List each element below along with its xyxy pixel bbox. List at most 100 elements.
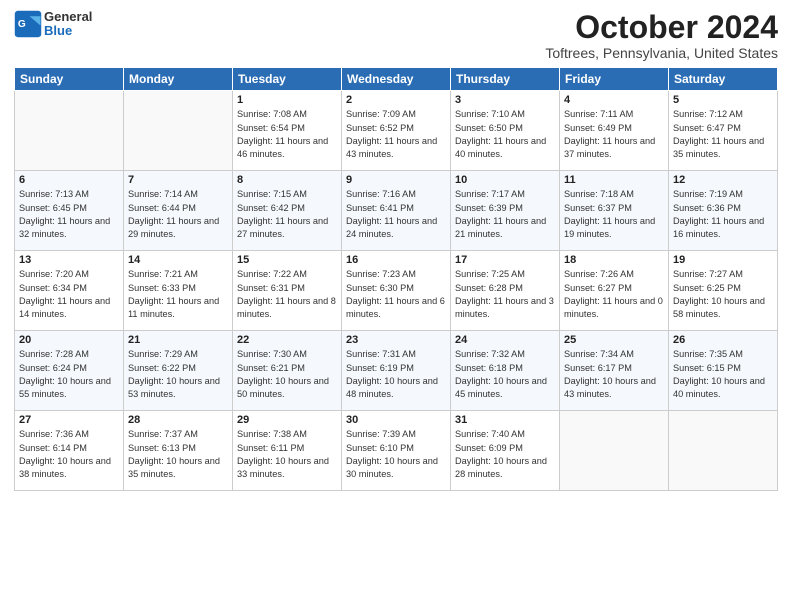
col-wednesday: Wednesday — [342, 68, 451, 91]
location: Toftrees, Pennsylvania, United States — [545, 45, 778, 61]
col-tuesday: Tuesday — [233, 68, 342, 91]
day-number: 24 — [455, 334, 555, 346]
day-cell: 22Sunrise: 7:30 AM Sunset: 6:21 PM Dayli… — [233, 331, 342, 411]
day-info: Sunrise: 7:22 AM Sunset: 6:31 PM Dayligh… — [237, 268, 337, 321]
day-cell: 23 Sunrise: 7:31 AM Sunset: 6:19 PM Dayli… — [342, 331, 451, 411]
day-info: Sunrise: 7:28 AM Sunset: 6:24 PM Dayligh… — [19, 348, 119, 401]
week-row-2: 13Sunrise: 7:20 AM Sunset: 6:34 PM Dayli… — [15, 251, 778, 331]
day-info: Sunrise: 7:16 AM Sunset: 6:41 PM Dayligh… — [346, 188, 446, 241]
day-number: 28 — [128, 414, 228, 426]
day-info: Sunrise: 7:18 AM Sunset: 6:37 PM Dayligh… — [564, 188, 664, 241]
day-info: Sunrise: 7:14 AM Sunset: 6:44 PM Dayligh… — [128, 188, 228, 241]
day-cell: 16 Sunrise: 7:23 AM Sunset: 6:30 PM Dayli… — [342, 251, 451, 331]
day-number: 15 — [237, 254, 337, 266]
day-cell: 25 Sunrise: 7:34 AM Sunset: 6:17 PM Dayli… — [560, 331, 669, 411]
day-info: Sunrise: 7:12 AM Sunset: 6:47 PM Dayligh… — [673, 108, 773, 161]
col-thursday: Thursday — [451, 68, 560, 91]
day-cell: 2Sunrise: 7:09 AM Sunset: 6:52 PM Daylig… — [342, 91, 451, 171]
day-cell: 13Sunrise: 7:20 AM Sunset: 6:34 PM Dayli… — [15, 251, 124, 331]
svg-text:G: G — [18, 19, 26, 30]
day-number: 21 — [128, 334, 228, 346]
day-cell: 24 Sunrise: 7:32 AM Sunset: 6:18 PM Dayli… — [451, 331, 560, 411]
day-number: 31 — [455, 414, 555, 426]
day-number: 1 — [237, 94, 337, 106]
day-info: Sunrise: 7:35 AM Sunset: 6:15 PM Dayligh… — [673, 348, 773, 401]
week-row-4: 27Sunrise: 7:36 AM Sunset: 6:14 PM Dayli… — [15, 411, 778, 491]
day-number: 6 — [19, 174, 119, 186]
day-number: 5 — [673, 94, 773, 106]
day-info: Sunrise: 7:10 AM Sunset: 6:50 PM Dayligh… — [455, 108, 555, 161]
day-cell — [560, 411, 669, 491]
day-number: 18 — [564, 254, 664, 266]
day-info: Sunrise: 7:27 AM Sunset: 6:25 PM Dayligh… — [673, 268, 773, 321]
day-cell: 8Sunrise: 7:15 AM Sunset: 6:42 PM Daylig… — [233, 171, 342, 251]
day-cell: 12Sunrise: 7:19 AM Sunset: 6:36 PM Dayli… — [669, 171, 778, 251]
day-info: Sunrise: 7:29 AM Sunset: 6:22 PM Dayligh… — [128, 348, 228, 401]
day-info: Sunrise: 7:32 AM Sunset: 6:18 PM Dayligh… — [455, 348, 555, 401]
day-info: Sunrise: 7:17 AM Sunset: 6:39 PM Dayligh… — [455, 188, 555, 241]
day-info: Sunrise: 7:20 AM Sunset: 6:34 PM Dayligh… — [19, 268, 119, 321]
day-number: 14 — [128, 254, 228, 266]
col-monday: Monday — [124, 68, 233, 91]
day-cell: 19 Sunrise: 7:27 AM Sunset: 6:25 PM Dayli… — [669, 251, 778, 331]
day-info: Sunrise: 7:13 AM Sunset: 6:45 PM Dayligh… — [19, 188, 119, 241]
day-number: 10 — [455, 174, 555, 186]
day-info: Sunrise: 7:11 AM Sunset: 6:49 PM Dayligh… — [564, 108, 664, 161]
day-cell: 21 Sunrise: 7:29 AM Sunset: 6:22 PM Dayli… — [124, 331, 233, 411]
day-cell: 3 Sunrise: 7:10 AM Sunset: 6:50 PM Daylig… — [451, 91, 560, 171]
day-cell: 4 Sunrise: 7:11 AM Sunset: 6:49 PM Daylig… — [560, 91, 669, 171]
day-cell: 26Sunrise: 7:35 AM Sunset: 6:15 PM Dayli… — [669, 331, 778, 411]
day-cell: 29 Sunrise: 7:38 AM Sunset: 6:11 PM Dayli… — [233, 411, 342, 491]
day-cell: 31 Sunrise: 7:40 AM Sunset: 6:09 PM Dayli… — [451, 411, 560, 491]
day-info: Sunrise: 7:19 AM Sunset: 6:36 PM Dayligh… — [673, 188, 773, 241]
calendar: Sunday Monday Tuesday Wednesday Thursday… — [14, 67, 778, 491]
day-cell: 11 Sunrise: 7:18 AM Sunset: 6:37 PM Dayli… — [560, 171, 669, 251]
day-cell: 17 Sunrise: 7:25 AM Sunset: 6:28 PM Dayli… — [451, 251, 560, 331]
day-number: 17 — [455, 254, 555, 266]
day-info: Sunrise: 7:08 AM Sunset: 6:54 PM Dayligh… — [237, 108, 337, 161]
day-number: 29 — [237, 414, 337, 426]
day-cell: 15 Sunrise: 7:22 AM Sunset: 6:31 PM Dayli… — [233, 251, 342, 331]
day-info: Sunrise: 7:39 AM Sunset: 6:10 PM Dayligh… — [346, 428, 446, 481]
col-saturday: Saturday — [669, 68, 778, 91]
day-cell: 7 Sunrise: 7:14 AM Sunset: 6:44 PM Daylig… — [124, 171, 233, 251]
logo: G General Blue — [14, 10, 92, 39]
day-cell: 5 Sunrise: 7:12 AM Sunset: 6:47 PM Daylig… — [669, 91, 778, 171]
logo-general: General — [44, 10, 92, 24]
week-row-3: 20Sunrise: 7:28 AM Sunset: 6:24 PM Dayli… — [15, 331, 778, 411]
logo-blue: Blue — [44, 24, 92, 38]
day-number: 25 — [564, 334, 664, 346]
day-number: 8 — [237, 174, 337, 186]
day-number: 3 — [455, 94, 555, 106]
day-info: Sunrise: 7:31 AM Sunset: 6:19 PM Dayligh… — [346, 348, 446, 401]
day-cell — [15, 91, 124, 171]
col-sunday: Sunday — [15, 68, 124, 91]
day-number: 23 — [346, 334, 446, 346]
day-info: Sunrise: 7:21 AM Sunset: 6:33 PM Dayligh… — [128, 268, 228, 321]
logo-icon: G — [14, 10, 42, 38]
day-number: 16 — [346, 254, 446, 266]
day-number: 7 — [128, 174, 228, 186]
day-cell: 6 Sunrise: 7:13 AM Sunset: 6:45 PM Daylig… — [15, 171, 124, 251]
day-info: Sunrise: 7:40 AM Sunset: 6:09 PM Dayligh… — [455, 428, 555, 481]
day-info: Sunrise: 7:34 AM Sunset: 6:17 PM Dayligh… — [564, 348, 664, 401]
page: G General Blue October 2024 Toftrees, Pe… — [0, 0, 792, 612]
day-number: 27 — [19, 414, 119, 426]
day-info: Sunrise: 7:38 AM Sunset: 6:11 PM Dayligh… — [237, 428, 337, 481]
day-cell — [669, 411, 778, 491]
day-info: Sunrise: 7:37 AM Sunset: 6:13 PM Dayligh… — [128, 428, 228, 481]
week-row-1: 6 Sunrise: 7:13 AM Sunset: 6:45 PM Daylig… — [15, 171, 778, 251]
day-number: 9 — [346, 174, 446, 186]
day-info: Sunrise: 7:25 AM Sunset: 6:28 PM Dayligh… — [455, 268, 555, 321]
header: G General Blue October 2024 Toftrees, Pe… — [14, 10, 778, 61]
day-cell — [124, 91, 233, 171]
day-cell: 10 Sunrise: 7:17 AM Sunset: 6:39 PM Dayli… — [451, 171, 560, 251]
week-row-0: 1 Sunrise: 7:08 AM Sunset: 6:54 PM Daylig… — [15, 91, 778, 171]
day-cell: 27Sunrise: 7:36 AM Sunset: 6:14 PM Dayli… — [15, 411, 124, 491]
day-number: 2 — [346, 94, 446, 106]
day-info: Sunrise: 7:23 AM Sunset: 6:30 PM Dayligh… — [346, 268, 446, 321]
day-number: 11 — [564, 174, 664, 186]
day-number: 19 — [673, 254, 773, 266]
day-cell: 1 Sunrise: 7:08 AM Sunset: 6:54 PM Daylig… — [233, 91, 342, 171]
day-number: 4 — [564, 94, 664, 106]
